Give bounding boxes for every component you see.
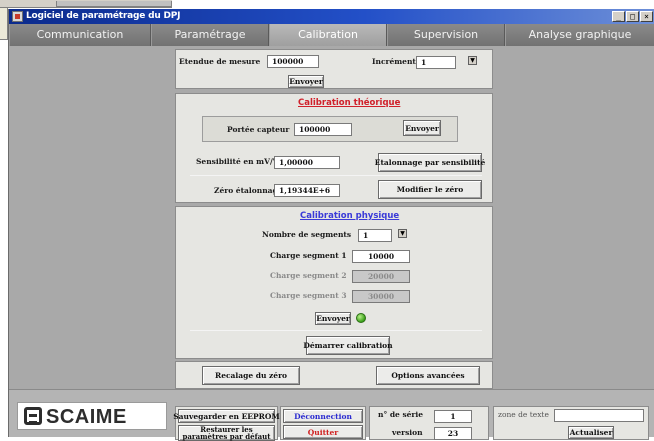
- tab-analyse-graphique[interactable]: Analyse graphique: [505, 24, 654, 46]
- serial-value: 1: [434, 410, 472, 423]
- zero-label: Zéro étalonnage: [214, 186, 283, 195]
- segments-select[interactable]: 1: [358, 229, 392, 242]
- theoretical-calibration-panel: Calibration théorique Portée capteur 100…: [175, 93, 493, 203]
- segment-1-label: Charge segment 1: [270, 251, 347, 260]
- advanced-options-button[interactable]: Options avancées: [376, 366, 480, 385]
- action-panel: Recalage du zéro Options avancées: [175, 361, 493, 389]
- title-bar: Logiciel de paramétrage du DPJ _ □ ×: [9, 9, 654, 24]
- sensor-send-button[interactable]: Envoyer: [403, 120, 441, 136]
- sensor-range-label: Portée capteur: [227, 125, 290, 134]
- sensitivity-calibration-button[interactable]: Etalonnage par sensibilité: [375, 153, 485, 172]
- bottom-bar: SCAIME Sauvegarder en EEPROM Restaurer l…: [9, 389, 654, 441]
- version-value: 23: [434, 427, 472, 440]
- window-title: Logiciel de paramétrage du DPJ: [26, 11, 181, 21]
- tab-communication[interactable]: Communication: [9, 24, 151, 46]
- version-label: version: [392, 428, 423, 437]
- segments-label: Nombre de segments: [262, 230, 352, 239]
- zero-input[interactable]: 1,19344E+6: [274, 184, 340, 197]
- chevron-down-icon[interactable]: ▼: [468, 56, 477, 65]
- theoretical-calibration-title: Calibration théorique: [298, 98, 401, 108]
- text-zone-label: zone de texte: [498, 410, 549, 419]
- segment-2-input: 20000: [352, 270, 410, 283]
- main-window: Logiciel de paramétrage du DPJ _ □ × Com…: [8, 9, 654, 441]
- zero-reset-button[interactable]: Recalage du zéro: [202, 366, 300, 385]
- minimize-button[interactable]: _: [612, 11, 625, 22]
- background-window-frame: [56, 1, 172, 7]
- disconnect-button[interactable]: Déconnection: [283, 409, 363, 423]
- background-window: [0, 0, 172, 8]
- eeprom-group: Sauvegarder en EEPROM Restaurer les para…: [173, 406, 280, 441]
- sensor-range-input[interactable]: 100000: [294, 123, 352, 136]
- tab-bar: Communication Paramétrage Calibration Su…: [9, 24, 654, 46]
- physical-send-button[interactable]: Envoyer: [315, 312, 351, 325]
- serial-label: n° de série: [378, 410, 424, 419]
- range-input[interactable]: 100000: [267, 55, 319, 68]
- scaime-logo-icon: [24, 407, 42, 425]
- segment-3-label: Charge segment 3: [270, 291, 347, 300]
- logo-text: SCAIME: [46, 406, 127, 428]
- modify-zero-button[interactable]: Modifier le zéro: [378, 180, 482, 199]
- restore-defaults-button[interactable]: Restaurer les paramètres par défaut: [178, 425, 275, 441]
- increment-select[interactable]: 1: [416, 56, 456, 69]
- tab-supervision[interactable]: Supervision: [387, 24, 505, 46]
- sensitivity-input[interactable]: 1,00000: [274, 156, 340, 169]
- tab-calibration[interactable]: Calibration: [269, 24, 387, 46]
- sensitivity-label: Sensibilité en mV/V: [196, 157, 279, 166]
- text-zone-group: zone de texte Actualiser: [493, 406, 649, 440]
- disconnect-label: Déconnection: [294, 411, 352, 421]
- close-button[interactable]: ×: [640, 11, 653, 22]
- refresh-button[interactable]: Actualiser: [568, 426, 614, 439]
- save-eeprom-button[interactable]: Sauvegarder en EEPROM: [173, 409, 280, 423]
- quit-label: Quitter: [307, 427, 339, 437]
- measure-range-panel: Etendue de mesure 100000 Incrément 1 ▼ E…: [175, 49, 493, 89]
- connection-group: Déconnection Quitter: [280, 406, 366, 440]
- start-calibration-button[interactable]: Démarrer calibration: [303, 336, 393, 355]
- maximize-button[interactable]: □: [626, 11, 639, 22]
- range-label: Etendue de mesure: [179, 57, 261, 66]
- divider: [190, 330, 482, 331]
- increment-label: Incrément: [372, 57, 416, 66]
- segment-2-label: Charge segment 2: [270, 271, 347, 280]
- app-icon: [12, 11, 23, 22]
- tab-parametrage[interactable]: Paramétrage: [151, 24, 269, 46]
- background-window-edge: [0, 8, 8, 40]
- sensor-range-group: Portée capteur 100000 Envoyer: [202, 116, 458, 142]
- divider: [190, 175, 482, 176]
- physical-calibration-title: Calibration physique: [300, 211, 400, 221]
- scaime-logo: SCAIME: [17, 402, 167, 430]
- text-zone-input[interactable]: [554, 409, 644, 422]
- range-send-button[interactable]: Envoyer: [288, 75, 324, 88]
- status-led-icon: [356, 313, 366, 323]
- physical-calibration-panel: Calibration physique Nombre de segments …: [175, 206, 493, 359]
- device-info-group: n° de série 1 version 23: [369, 406, 489, 440]
- segment-3-input: 30000: [352, 290, 410, 303]
- chevron-down-icon[interactable]: ▼: [398, 229, 407, 238]
- segment-1-input[interactable]: 10000: [352, 250, 410, 263]
